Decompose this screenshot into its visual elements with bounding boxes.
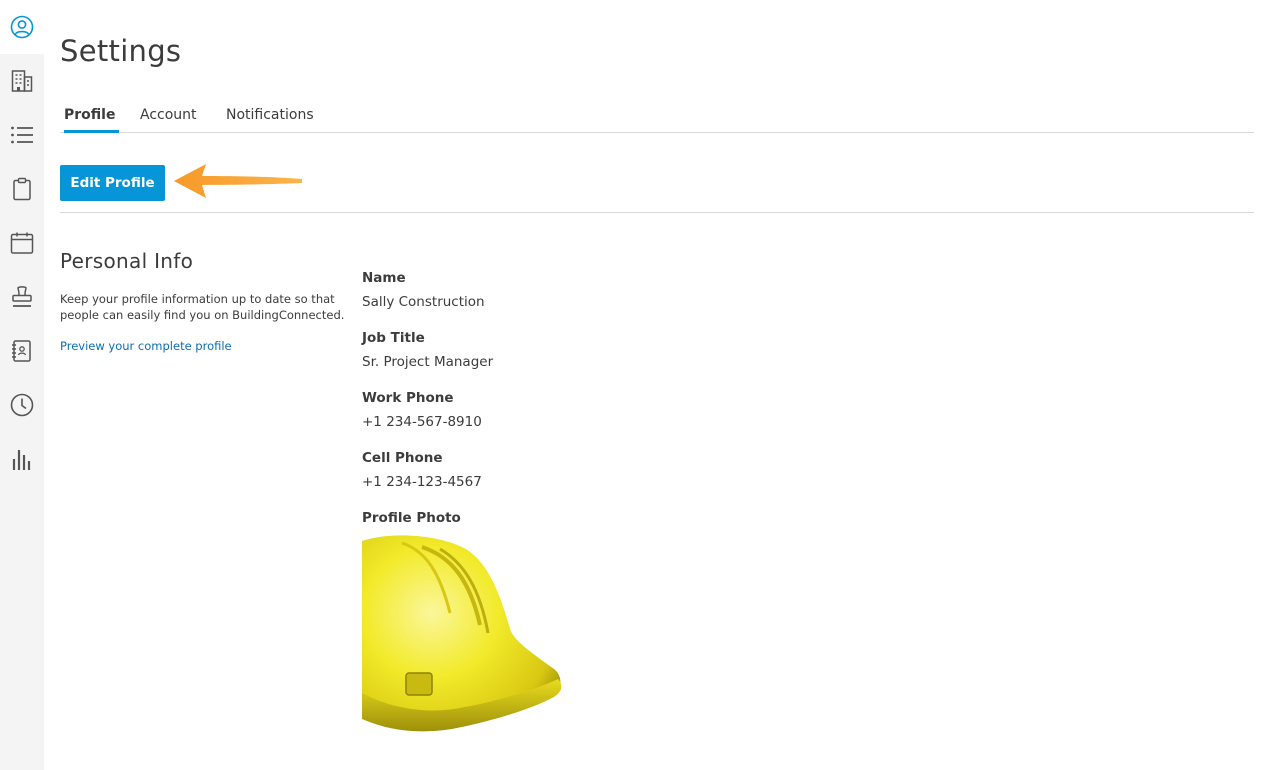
sidebar-item-companies[interactable] xyxy=(0,54,44,108)
tab-notifications[interactable]: Notifications xyxy=(226,107,314,133)
section-divider xyxy=(60,212,1254,213)
bar-chart-icon xyxy=(12,450,31,470)
sidebar-item-approvals[interactable] xyxy=(0,270,44,324)
name-label: Name xyxy=(362,270,406,286)
settings-tabs: Profile Account Notifications xyxy=(60,100,1254,133)
stamp-icon xyxy=(12,286,32,307)
clock-icon xyxy=(10,393,34,417)
name-value: Sally Construction xyxy=(362,294,485,310)
page-title: Settings xyxy=(60,34,182,68)
user-circle-icon xyxy=(10,15,34,39)
cell-phone-label: Cell Phone xyxy=(362,450,443,466)
sidebar-item-calendar[interactable] xyxy=(0,216,44,270)
sidebar xyxy=(0,0,44,770)
tab-profile[interactable]: Profile xyxy=(64,107,120,133)
clipboard-icon xyxy=(13,177,31,201)
building-icon xyxy=(11,70,33,92)
list-icon xyxy=(11,126,33,144)
sidebar-item-analytics[interactable] xyxy=(0,432,44,486)
calendar-icon xyxy=(10,232,34,254)
edit-profile-button[interactable]: Edit Profile xyxy=(60,165,165,201)
sidebar-item-profile[interactable] xyxy=(0,0,44,54)
profile-photo-hard-hat xyxy=(362,535,562,732)
pointer-arrow-icon xyxy=(174,164,302,198)
work-phone-value: +1 234-567-8910 xyxy=(362,414,482,430)
main-content: Settings Profile Account Notifications E… xyxy=(60,0,1254,770)
address-book-icon xyxy=(12,340,31,362)
personal-info-description: Keep your profile information up to date… xyxy=(60,292,345,322)
personal-info-heading: Personal Info xyxy=(60,249,194,273)
job-title-label: Job Title xyxy=(362,330,425,346)
cell-phone-value: +1 234-123-4567 xyxy=(362,474,482,490)
job-title-value: Sr. Project Manager xyxy=(362,354,494,370)
sidebar-item-list[interactable] xyxy=(0,108,44,162)
sidebar-item-tasks[interactable] xyxy=(0,162,44,216)
preview-profile-link[interactable]: Preview your complete profile xyxy=(60,339,232,353)
work-phone-label: Work Phone xyxy=(362,390,454,406)
tab-account[interactable]: Account xyxy=(140,107,197,133)
sidebar-item-history[interactable] xyxy=(0,378,44,432)
sidebar-item-contacts[interactable] xyxy=(0,324,44,378)
profile-photo-label: Profile Photo xyxy=(362,510,461,526)
